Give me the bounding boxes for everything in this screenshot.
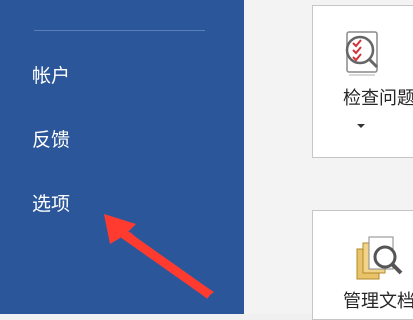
checklist-magnifier-icon <box>345 31 379 76</box>
nav-item-account[interactable]: 帐户 <box>32 64 70 88</box>
nav-item-feedback[interactable]: 反馈 <box>32 128 70 152</box>
manage-document-label: 管理文档 <box>343 291 413 312</box>
inspect-document-label: 检查问题 <box>343 88 413 109</box>
documents-magnifier-icon <box>356 236 403 280</box>
nav-item-options[interactable]: 选项 <box>32 192 70 216</box>
manage-document-button[interactable]: 管理文档 <box>312 210 413 320</box>
nav-divider <box>34 30 205 31</box>
chevron-down-icon <box>357 124 365 128</box>
inspect-document-button[interactable]: 检查问题 <box>312 5 413 158</box>
backstage-content: 检查问题 管理文档 <box>244 0 413 320</box>
backstage-nav: 帐户 反馈 选项 <box>0 0 244 314</box>
